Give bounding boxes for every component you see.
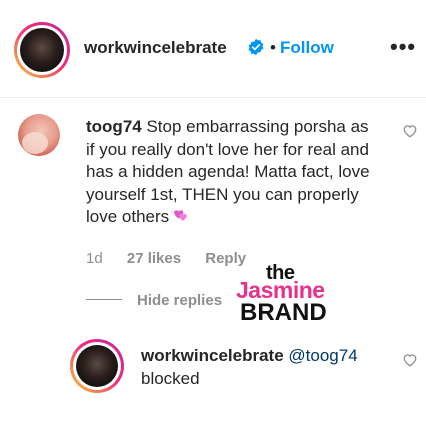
watermark-brand: BRAND xyxy=(240,299,327,326)
follow-button[interactable]: Follow xyxy=(280,38,334,58)
sparkling-heart-icon xyxy=(170,209,190,221)
reply-text: blocked xyxy=(141,368,200,388)
poster-username[interactable]: workwincelebrate xyxy=(84,38,227,58)
hide-replies-button[interactable]: Hide replies xyxy=(137,292,222,309)
reply-mention[interactable]: @toog74 xyxy=(288,346,357,365)
reply-body: workwincelebrate @toog74 blocked xyxy=(141,345,381,390)
post-header: workwincelebrate • Follow ••• xyxy=(0,0,426,98)
comment-body: toog74 Stop embarrassing porsha as if yo… xyxy=(86,116,371,229)
thread-divider xyxy=(86,299,122,300)
like-reply-heart-icon[interactable] xyxy=(402,353,418,367)
replier-avatar[interactable] xyxy=(70,339,124,393)
commenter-username[interactable]: toog74 xyxy=(86,117,142,136)
replier-username[interactable]: workwincelebrate xyxy=(141,346,284,365)
like-comment-heart-icon[interactable] xyxy=(402,124,418,138)
verified-badge-icon xyxy=(248,38,264,56)
comment-age: 1d xyxy=(86,250,103,267)
header-separator: • xyxy=(270,38,276,57)
more-options-button[interactable]: ••• xyxy=(390,36,416,58)
poster-avatar[interactable] xyxy=(14,22,70,78)
commenter-avatar[interactable] xyxy=(18,114,60,156)
comment-likes[interactable]: 27 likes xyxy=(127,250,181,267)
watermark-logo: the Jasmine BRAND xyxy=(236,262,346,326)
